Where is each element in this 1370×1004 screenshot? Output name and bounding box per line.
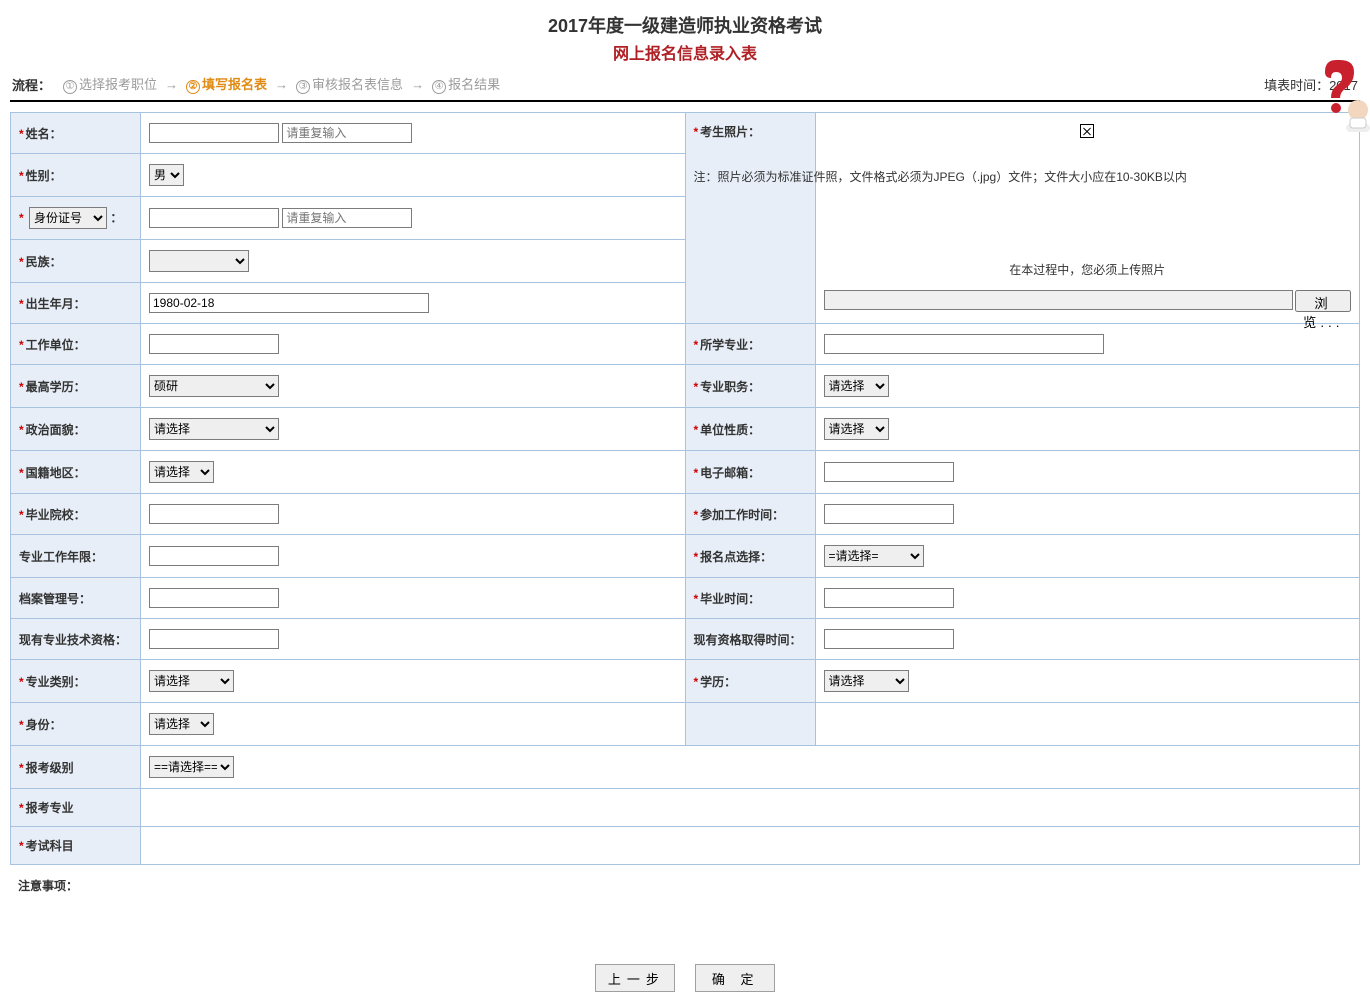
exam-level-select[interactable]: ==请选择== — [149, 756, 234, 778]
label-politics: *政治面貌： — [11, 408, 141, 451]
page-subtitle: 网上报名信息录入表 — [10, 40, 1360, 64]
join-work-input[interactable] — [824, 504, 954, 524]
label-qual-date: 现有资格取得时间： — [685, 619, 815, 660]
gender-select[interactable]: 男 — [149, 164, 184, 186]
label-grad-date: *毕业时间： — [685, 578, 815, 619]
flow-label: 流程： — [12, 75, 51, 94]
title-select[interactable]: 请选择 — [824, 375, 889, 397]
label-edu: *最高学历： — [11, 365, 141, 408]
photo-upload-note: 在本过程中，您必须上传照片 — [824, 261, 1352, 278]
archive-no-input[interactable] — [149, 588, 279, 608]
label-id-type: * 身份证号 ： — [11, 197, 141, 240]
id-number-repeat-input[interactable] — [282, 208, 412, 228]
tech-qual-input[interactable] — [149, 629, 279, 649]
label-archive-no: 档案管理号： — [11, 578, 141, 619]
label-exam-level: *报考级别 — [11, 746, 141, 789]
label-grad-school: *毕业院校： — [11, 494, 141, 535]
label-dob: *出生年月： — [11, 283, 141, 324]
spec-type-select[interactable]: 请选择 — [149, 670, 234, 692]
label-ethnic: *民族： — [11, 240, 141, 283]
region-select[interactable]: 请选择 — [149, 461, 214, 483]
arrow-icon: → — [411, 77, 424, 92]
xueli-select[interactable]: 请选择 — [824, 670, 909, 692]
name-input[interactable] — [149, 123, 279, 143]
employer-input[interactable] — [149, 334, 279, 354]
id-number-input[interactable] — [149, 208, 279, 228]
label-title: *专业职务： — [685, 365, 815, 408]
label-identity: *身份： — [11, 703, 141, 746]
browse-button[interactable]: 浏览... — [1295, 290, 1351, 312]
grad-date-input[interactable] — [824, 588, 954, 608]
label-spec-type: *专业类别： — [11, 660, 141, 703]
unit-type-select[interactable]: 请选择 — [824, 418, 889, 440]
label-empty — [685, 703, 815, 746]
label-exam-subjects: *考试科目 — [11, 827, 141, 865]
id-type-select[interactable]: 身份证号 — [29, 207, 107, 229]
flow-step-3: ③审核报名表信息 — [296, 74, 403, 94]
label-xueli: *学历： — [685, 660, 815, 703]
label-unit-type: *单位性质： — [685, 408, 815, 451]
exam-major-cell — [141, 789, 1360, 827]
flow-step-2: ②填写报名表 — [186, 74, 267, 94]
workflow-bar: 流程： ①选择报考职位 → ②填写报名表 → ③审核报名表信息 → ④报名结果 … — [10, 70, 1360, 102]
label-work-years: 专业工作年限： — [11, 535, 141, 578]
label-exam-major: *报考专业 — [11, 789, 141, 827]
label-tech-qual: 现有专业技术资格： — [11, 619, 141, 660]
qual-date-input[interactable] — [824, 629, 954, 649]
dob-input[interactable] — [149, 293, 429, 313]
label-name: *姓名： — [11, 113, 141, 154]
photo-upload-cell: 在本过程中，您必须上传照片 浏览... — [815, 113, 1360, 324]
flow-step-4: ④报名结果 — [432, 74, 500, 94]
identity-select[interactable]: 请选择 — [149, 713, 214, 735]
politics-select[interactable]: 请选择 — [149, 418, 279, 440]
confirm-button[interactable]: 确 定 — [695, 964, 775, 992]
major-input[interactable] — [824, 334, 1104, 354]
label-site: *报名点选择： — [685, 535, 815, 578]
exam-subjects-cell — [141, 827, 1360, 865]
registration-form: *姓名： *考生照片： 注：照片必须为标准证件照，文件格式必须为JPEG（.jp… — [10, 112, 1360, 865]
photo-path-input[interactable] — [824, 290, 1294, 310]
label-photo: *考生照片： 注：照片必须为标准证件照，文件格式必须为JPEG（.jpg）文件；… — [685, 113, 815, 324]
notes-label: 注意事项： — [10, 877, 1360, 894]
flow-step-1: ①选择报考职位 — [63, 74, 157, 94]
grad-school-input[interactable] — [149, 504, 279, 524]
label-gender: *性别： — [11, 154, 141, 197]
name-repeat-input[interactable] — [282, 123, 412, 143]
arrow-icon: → — [165, 77, 178, 92]
prev-step-button[interactable]: 上一步 — [595, 964, 675, 992]
work-years-input[interactable] — [149, 546, 279, 566]
fill-time: 填表时间：2017 — [1264, 75, 1358, 94]
broken-image-icon — [1080, 124, 1094, 138]
label-region: *国籍地区： — [11, 451, 141, 494]
email-input[interactable] — [824, 462, 954, 482]
ethnic-select[interactable] — [149, 250, 249, 272]
label-employer: *工作单位： — [11, 324, 141, 365]
label-major: *所学专业： — [685, 324, 815, 365]
label-email: *电子邮箱： — [685, 451, 815, 494]
edu-select[interactable]: 硕研 — [149, 375, 279, 397]
site-select[interactable]: =请选择= — [824, 545, 924, 567]
arrow-icon: → — [275, 77, 288, 92]
label-join-work: *参加工作时间： — [685, 494, 815, 535]
page-title: 2017年度一级建造师执业资格考试 — [10, 12, 1360, 38]
